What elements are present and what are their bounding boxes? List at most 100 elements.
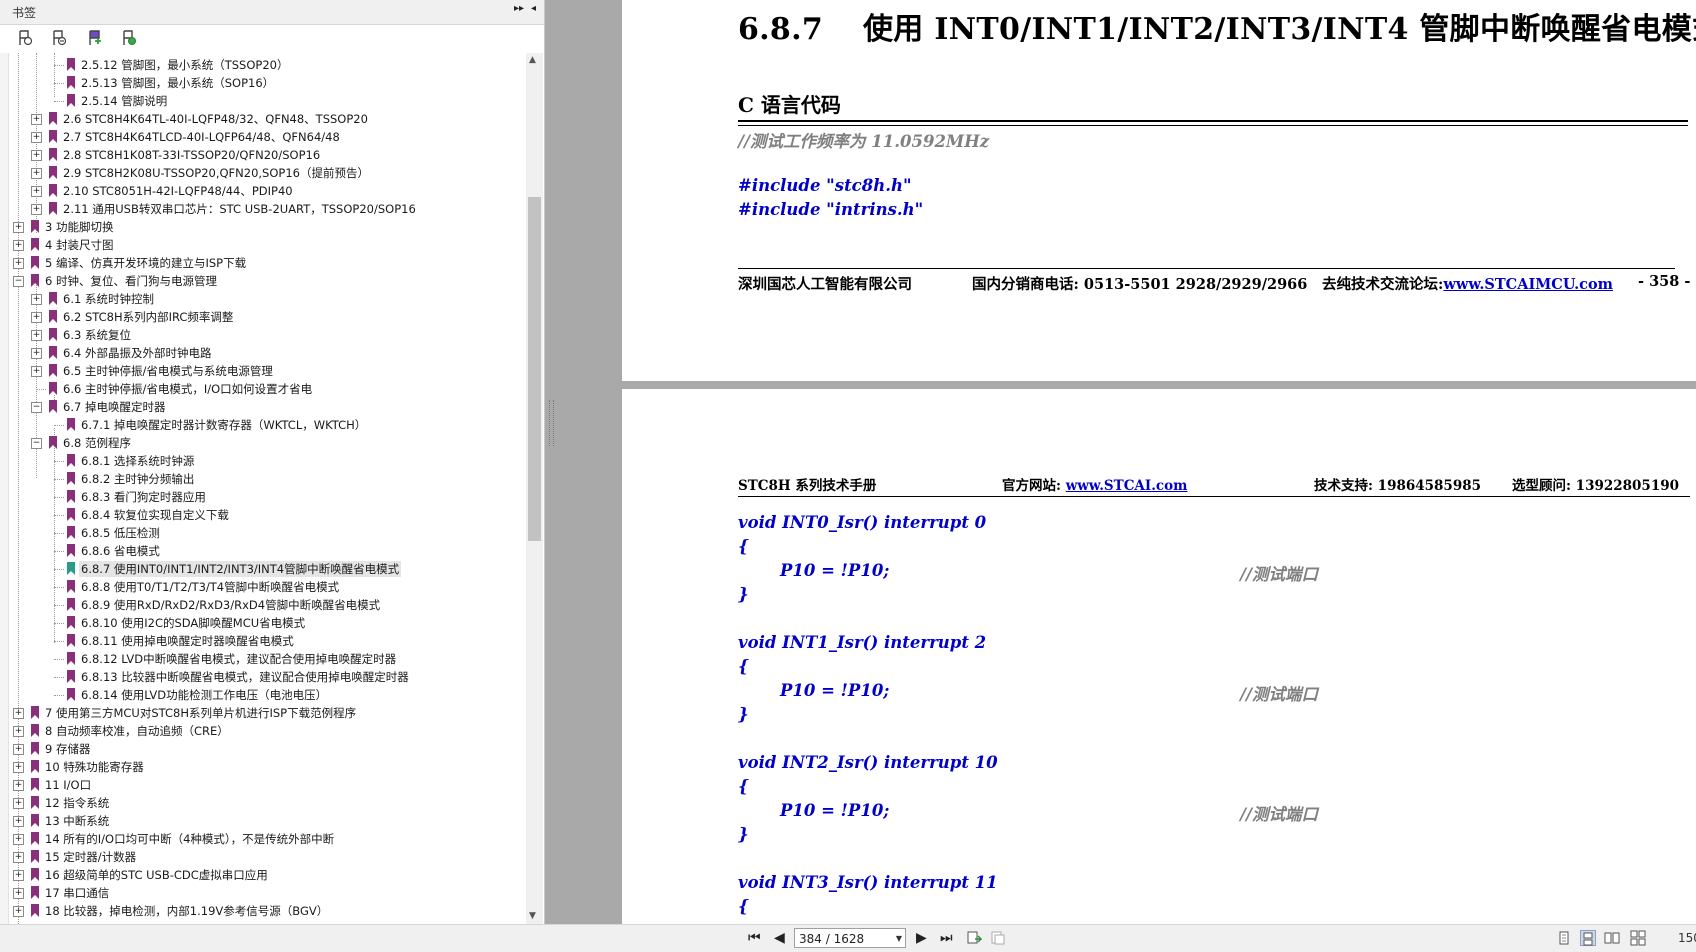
expand-node-icon[interactable]: +	[31, 168, 42, 179]
bookmark-item[interactable]: +15 定时器/计数器	[0, 848, 526, 866]
bookmark-item[interactable]: +6.1 系统时钟控制	[0, 290, 526, 308]
zoom-level[interactable]: 150	[1678, 931, 1696, 945]
bookmark-item[interactable]: +11 I/O口	[0, 776, 526, 794]
expand-node-icon[interactable]: +	[13, 708, 24, 719]
bookmark-item[interactable]: 2.5.14 管脚说明	[0, 92, 526, 110]
panel-splitter[interactable]	[549, 400, 554, 446]
scrollbar-thumb[interactable]	[528, 197, 541, 541]
bookmark-item[interactable]: 6.8.1 选择系统时钟源	[0, 452, 526, 470]
bookmark-item[interactable]: 2.5.13 管脚图，最小系统（SOP16）	[0, 74, 526, 92]
bookmark-item[interactable]: +10 特殊功能寄存器	[0, 758, 526, 776]
first-page-icon[interactable]: ⏮	[748, 930, 761, 946]
expand-node-icon[interactable]: +	[31, 294, 42, 305]
expand-node-icon[interactable]: +	[13, 726, 24, 737]
expand-node-icon[interactable]: +	[31, 132, 42, 143]
page-number-input[interactable]: 384 / 1628 ▼	[794, 928, 906, 948]
collapse-bookmark-icon[interactable]	[50, 29, 68, 47]
bookmark-item[interactable]: 6.8.9 使用RxD/RxD2/RxD3/RxD4管脚中断唤醒省电模式	[0, 596, 526, 614]
bookmark-item[interactable]: +12 指令系统	[0, 794, 526, 812]
collapse-node-icon[interactable]: −	[31, 438, 42, 449]
expand-node-icon[interactable]: +	[13, 906, 24, 917]
scroll-up-icon[interactable]: ▲	[529, 55, 536, 65]
expand-node-icon[interactable]: +	[13, 888, 24, 899]
bookmark-item[interactable]: +7 使用第三方MCU对STC8H系列单片机进行ISP下载范例程序	[0, 704, 526, 722]
footer-forum-link[interactable]: www.STCAIMCU.com	[1443, 276, 1613, 293]
bookmark-item[interactable]: 6.8.4 软复位实现自定义下载	[0, 506, 526, 524]
bookmark-item[interactable]: 6.8.10 使用I2C的SDA脚唤醒MCU省电模式	[0, 614, 526, 632]
expand-node-icon[interactable]: +	[13, 744, 24, 755]
bookmark-item[interactable]: +16 超级简单的STC USB-CDC虚拟串口应用	[0, 866, 526, 884]
bookmark-item[interactable]: +13 中断系统	[0, 812, 526, 830]
bookmark-item[interactable]: +8 自动频率校准，自动追频（CRE）	[0, 722, 526, 740]
bookmark-item[interactable]: +2.11 通用USB转双串口芯片：STC USB-2UART，TSSOP20/…	[0, 200, 526, 218]
bookmark-item[interactable]: 6.7.1 掉电唤醒定时器计数寄存器（WKTCL，WKTCH）	[0, 416, 526, 434]
bookmark-item[interactable]: 6.6 主时钟停振/省电模式，I/O口如何设置才省电	[0, 380, 526, 398]
bookmark-item[interactable]: +6.4 外部晶振及外部时钟电路	[0, 344, 526, 362]
expand-node-icon[interactable]: +	[31, 348, 42, 359]
expand-node-icon[interactable]: +	[31, 204, 42, 215]
expand-bookmark-icon[interactable]	[16, 29, 34, 47]
continuous-facing-view-icon[interactable]	[1630, 930, 1646, 946]
collapse-node-icon[interactable]: −	[13, 276, 24, 287]
previous-page-icon[interactable]: ◀	[774, 930, 785, 946]
expand-node-icon[interactable]: +	[13, 852, 24, 863]
bookmark-item[interactable]: 6.8.7 使用INT0/INT1/INT2/INT3/INT4管脚中断唤醒省电…	[0, 560, 526, 578]
expand-node-icon[interactable]: +	[31, 186, 42, 197]
bookmark-item[interactable]: +18 比较器，掉电检测，内部1.19V参考信号源（BGV）	[0, 902, 526, 920]
bookmark-item[interactable]: +2.6 STC8H4K64TL-40I-LQFP48/32、QFN48、TSS…	[0, 110, 526, 128]
bookmark-scrollbar[interactable]: ▲ ▼	[526, 53, 543, 924]
expand-node-icon[interactable]: +	[13, 834, 24, 845]
bookmark-tree[interactable]: 2.5.12 管脚图，最小系统（TSSOP20） 2.5.13 管脚图，最小系统（…	[0, 53, 526, 924]
bookmark-item[interactable]: 6.8.11 使用掉电唤醒定时器唤醒省电模式	[0, 632, 526, 650]
bookmark-item[interactable]: +6.2 STC8H系列内部IRC频率调整	[0, 308, 526, 326]
bookmark-item[interactable]: +14 所有的I/O口均可中断（4种模式），不是传统外部中断	[0, 830, 526, 848]
bookmark-item[interactable]: 6.8.5 低压检测	[0, 524, 526, 542]
next-page-icon[interactable]: ▶	[916, 930, 927, 946]
bookmark-item[interactable]: +2.9 STC8H2K08U-TSSOP20,QFN20,SOP16（提前预告…	[0, 164, 526, 182]
bookmark-item[interactable]: 6.8.12 LVD中断唤醒省电模式，建议配合使用掉电唤醒定时器	[0, 650, 526, 668]
new-bookmark-icon[interactable]	[86, 29, 104, 47]
expand-node-icon[interactable]: +	[13, 762, 24, 773]
bookmark-item[interactable]: − 6.7 掉电唤醒定时器	[0, 398, 526, 416]
bookmark-item[interactable]: − 6.8 范例程序	[0, 434, 526, 452]
bookmark-item[interactable]: +5 编译、仿真开发环境的建立与ISP下载	[0, 254, 526, 272]
expand-node-icon[interactable]: +	[13, 222, 24, 233]
bookmark-item[interactable]: +9 存储器	[0, 740, 526, 758]
bookmark-item[interactable]: 6.8.6 省电模式	[0, 542, 526, 560]
scroll-down-icon[interactable]: ▼	[529, 911, 536, 921]
bookmark-item[interactable]: 6.8.8 使用T0/T1/T2/T3/T4管脚中断唤醒省电模式	[0, 578, 526, 596]
bookmark-item[interactable]: +6.3 系统复位	[0, 326, 526, 344]
expand-node-icon[interactable]: +	[31, 150, 42, 161]
bookmark-properties-icon[interactable]	[120, 29, 138, 47]
bookmark-item[interactable]: +2.8 STC8H1K08T-33I-TSSOP20/QFN20/SOP16	[0, 146, 526, 164]
expand-node-icon[interactable]: +	[31, 366, 42, 377]
expand-node-icon[interactable]: +	[13, 780, 24, 791]
collapse-node-icon[interactable]: −	[31, 402, 42, 413]
bookmark-item[interactable]: 6.8.2 主时钟分频输出	[0, 470, 526, 488]
bookmark-item[interactable]: +4 封装尺寸图	[0, 236, 526, 254]
expand-node-icon[interactable]: +	[13, 798, 24, 809]
expand-panel-icon[interactable]: ▸▸	[514, 3, 524, 14]
bookmark-item[interactable]: − 6 时钟、复位、看门狗与电源管理	[0, 272, 526, 290]
bookmark-item[interactable]: +3 功能脚切换	[0, 218, 526, 236]
page-dropdown-icon[interactable]: ▼	[896, 929, 902, 949]
bookmark-item[interactable]: 6.8.14 使用LVD功能检测工作电压（电池电压）	[0, 686, 526, 704]
expand-node-icon[interactable]: +	[31, 114, 42, 125]
continuous-view-icon[interactable]	[1580, 930, 1596, 946]
expand-node-icon[interactable]: +	[13, 240, 24, 251]
single-page-view-icon[interactable]	[1556, 930, 1572, 946]
bookmark-item[interactable]: 6.8.3 看门狗定时器应用	[0, 488, 526, 506]
expand-node-icon[interactable]: +	[13, 870, 24, 881]
expand-node-icon[interactable]: +	[13, 816, 24, 827]
collapse-panel-icon[interactable]: ◂	[531, 3, 536, 14]
expand-node-icon[interactable]: +	[31, 312, 42, 323]
bookmark-item[interactable]: +17 串口通信	[0, 884, 526, 902]
bookmark-item[interactable]: +6.5 主时钟停振/省电模式与系统电源管理	[0, 362, 526, 380]
expand-node-icon[interactable]: +	[13, 258, 24, 269]
bookmark-item[interactable]: 6.8.13 比较器中断唤醒省电模式，建议配合使用掉电唤醒定时器	[0, 668, 526, 686]
next-view-icon[interactable]	[990, 930, 1006, 946]
expand-node-icon[interactable]: +	[31, 330, 42, 341]
facing-view-icon[interactable]	[1604, 930, 1620, 946]
last-page-icon[interactable]: ⏭	[940, 930, 953, 946]
bookmark-item[interactable]: +2.7 STC8H4K64TLCD-40I-LQFP64/48、QFN64/4…	[0, 128, 526, 146]
